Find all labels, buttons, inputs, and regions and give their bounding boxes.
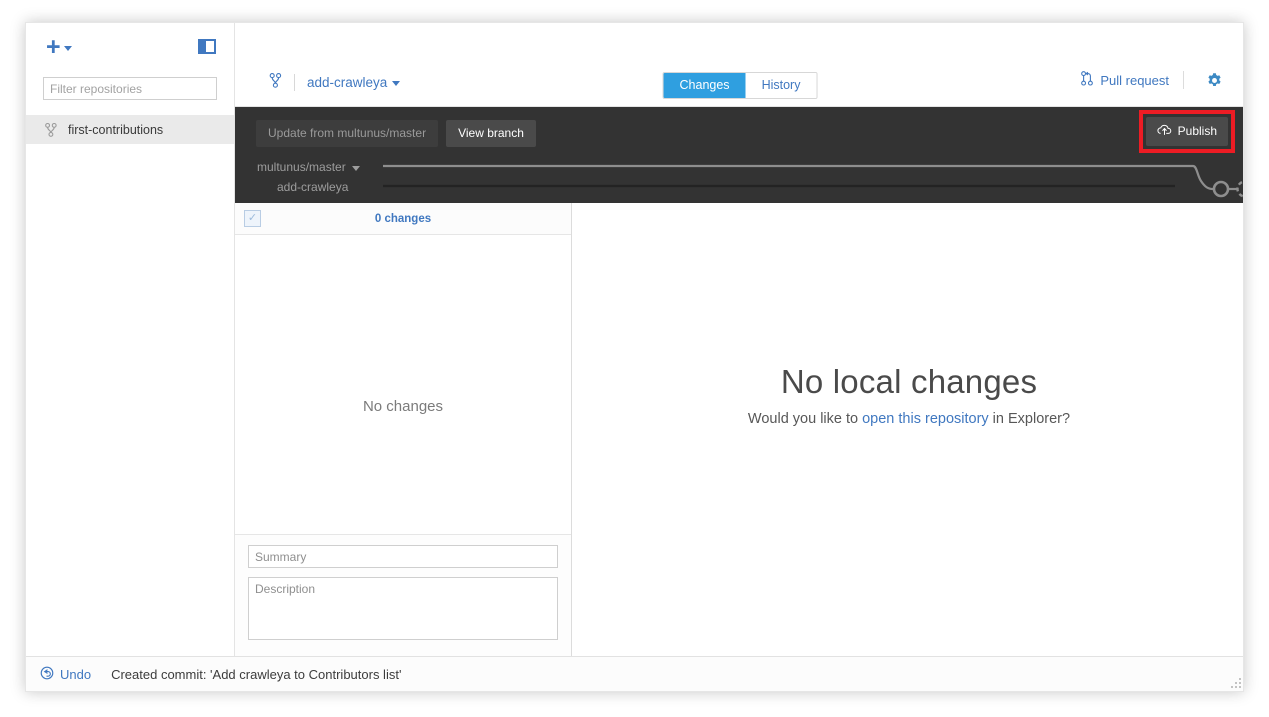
empty-state-subtitle: Would you like to open this repository i… (573, 411, 1243, 427)
view-branch-button[interactable]: View branch (446, 120, 536, 147)
main-content: add-crawleya Changes History Pull reques… (235, 23, 1243, 691)
git-branch-icon (269, 73, 282, 91)
undo-label: Undo (60, 666, 92, 682)
commit-form (235, 534, 571, 658)
gear-icon[interactable] (1184, 72, 1223, 89)
pull-request-label: Pull request (1100, 72, 1169, 88)
changes-panel: ✓ 0 changes No changes (235, 203, 572, 658)
branch-action-buttons: Update from multunus/master View branch (256, 120, 536, 147)
chevron-down-icon (63, 46, 72, 51)
diff-panel: No local changes Would you like to open … (573, 203, 1243, 658)
sidebar-toggle-icon[interactable] (198, 39, 216, 54)
filter-wrapper (26, 77, 234, 100)
sidebar-toolbar: + (26, 23, 234, 77)
commit-description-input[interactable] (248, 577, 558, 640)
chevron-down-icon (392, 81, 401, 86)
pull-request-icon (1081, 71, 1094, 89)
branch-graph: multunus/master add-crawleya (235, 151, 1243, 204)
tab-history[interactable]: History (745, 73, 817, 98)
publish-button[interactable]: Publish (1145, 117, 1228, 146)
header-bar: add-crawleya Changes History Pull reques… (235, 23, 1243, 107)
cloud-upload-icon (1157, 123, 1172, 139)
undo-icon (40, 666, 54, 683)
filter-repositories-input[interactable] (43, 77, 217, 100)
header-divider (294, 73, 295, 91)
branch-toolbar: Update from multunus/master View branch … (235, 107, 1243, 204)
undo-button[interactable]: Undo (26, 666, 91, 683)
repository-list: first-contributions (26, 115, 234, 144)
empty-state: No local changes Would you like to open … (573, 363, 1243, 427)
publish-highlight: Publish (1138, 110, 1235, 153)
branch-graph-svg (383, 164, 1243, 198)
github-desktop-window: + first (25, 22, 1244, 692)
repository-list-item[interactable]: first-contributions (26, 115, 234, 144)
resize-grip[interactable] (1228, 675, 1241, 688)
repository-sidebar: + first (26, 23, 235, 691)
pull-request-button[interactable]: Pull request (1081, 71, 1183, 89)
select-all-checkbox[interactable]: ✓ (244, 210, 261, 227)
open-repository-link[interactable]: open this repository (862, 411, 989, 427)
plus-icon: + (46, 33, 61, 61)
screenshot-root: + first (0, 0, 1269, 717)
current-branch[interactable]: add-crawleya (307, 74, 401, 90)
subtitle-suffix: in Explorer? (988, 411, 1071, 427)
view-tabs: Changes History (662, 72, 818, 99)
repository-name: first-contributions (68, 122, 164, 137)
changes-count-label: 0 changes (374, 212, 432, 225)
publish-label: Publish (1177, 124, 1217, 138)
commit-summary-input[interactable] (248, 545, 558, 568)
add-repository-button[interactable]: + (46, 33, 72, 61)
empty-state-title: No local changes (780, 363, 1038, 400)
subtitle-prefix: Would you like to (747, 411, 863, 427)
status-message: Created commit: 'Add crawleya to Contrib… (111, 666, 402, 682)
update-from-upstream-button[interactable]: Update from multunus/master (256, 120, 439, 147)
tab-changes[interactable]: Changes (663, 73, 746, 98)
status-bar: Undo Created commit: 'Add crawleya to Co… (26, 656, 1243, 691)
header-actions: Pull request (1081, 71, 1223, 89)
branch-selector[interactable]: add-crawleya (269, 73, 401, 91)
git-branch-icon (45, 122, 57, 137)
current-branch-label: add-crawleya (307, 74, 388, 90)
changes-empty-text: No changes (362, 398, 444, 415)
changes-header: ✓ 0 changes (235, 203, 571, 235)
body-split: ✓ 0 changes No changes No local changes … (235, 203, 1243, 658)
